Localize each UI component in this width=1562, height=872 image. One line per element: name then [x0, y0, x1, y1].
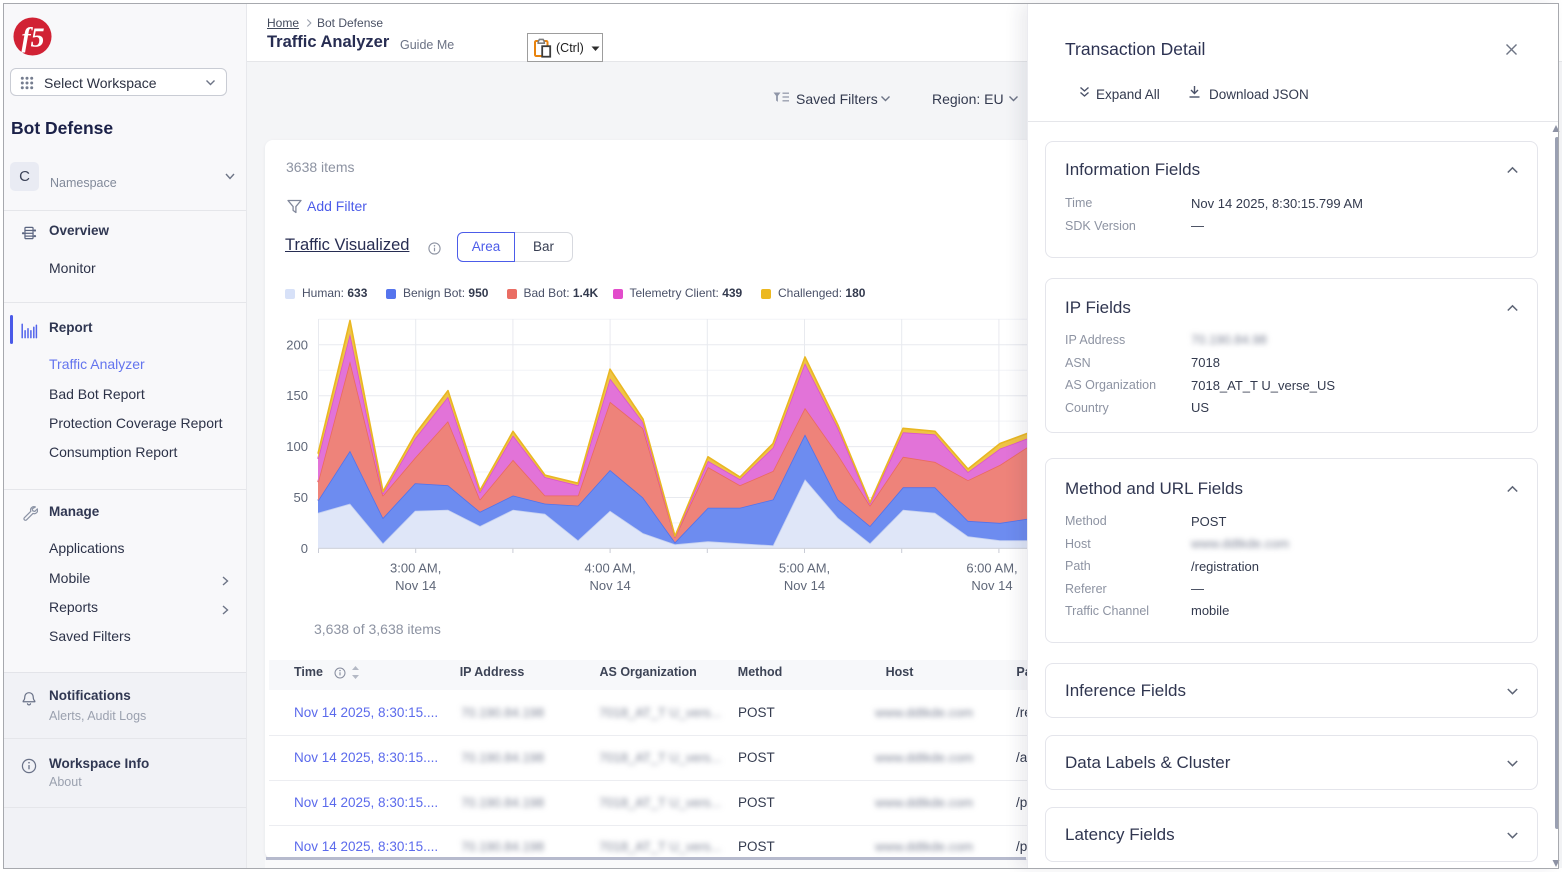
svg-text:0: 0	[301, 541, 308, 556]
svg-text:50: 50	[294, 490, 308, 505]
svg-text:Nov 14: Nov 14	[971, 578, 1012, 593]
svg-text:4:00 AM,: 4:00 AM,	[584, 561, 635, 576]
svg-text:100: 100	[286, 439, 308, 454]
svg-text:Nov 14: Nov 14	[589, 578, 630, 593]
svg-text:3:00 AM,: 3:00 AM,	[390, 561, 441, 576]
svg-text:6:00 AM,: 6:00 AM,	[966, 561, 1017, 576]
svg-text:Nov 14: Nov 14	[395, 578, 436, 593]
svg-text:5:00 AM,: 5:00 AM,	[779, 561, 830, 576]
svg-text:f5: f5	[21, 22, 44, 53]
svg-text:Nov 14: Nov 14	[784, 578, 825, 593]
svg-text:150: 150	[286, 388, 308, 403]
svg-text:200: 200	[286, 337, 308, 352]
